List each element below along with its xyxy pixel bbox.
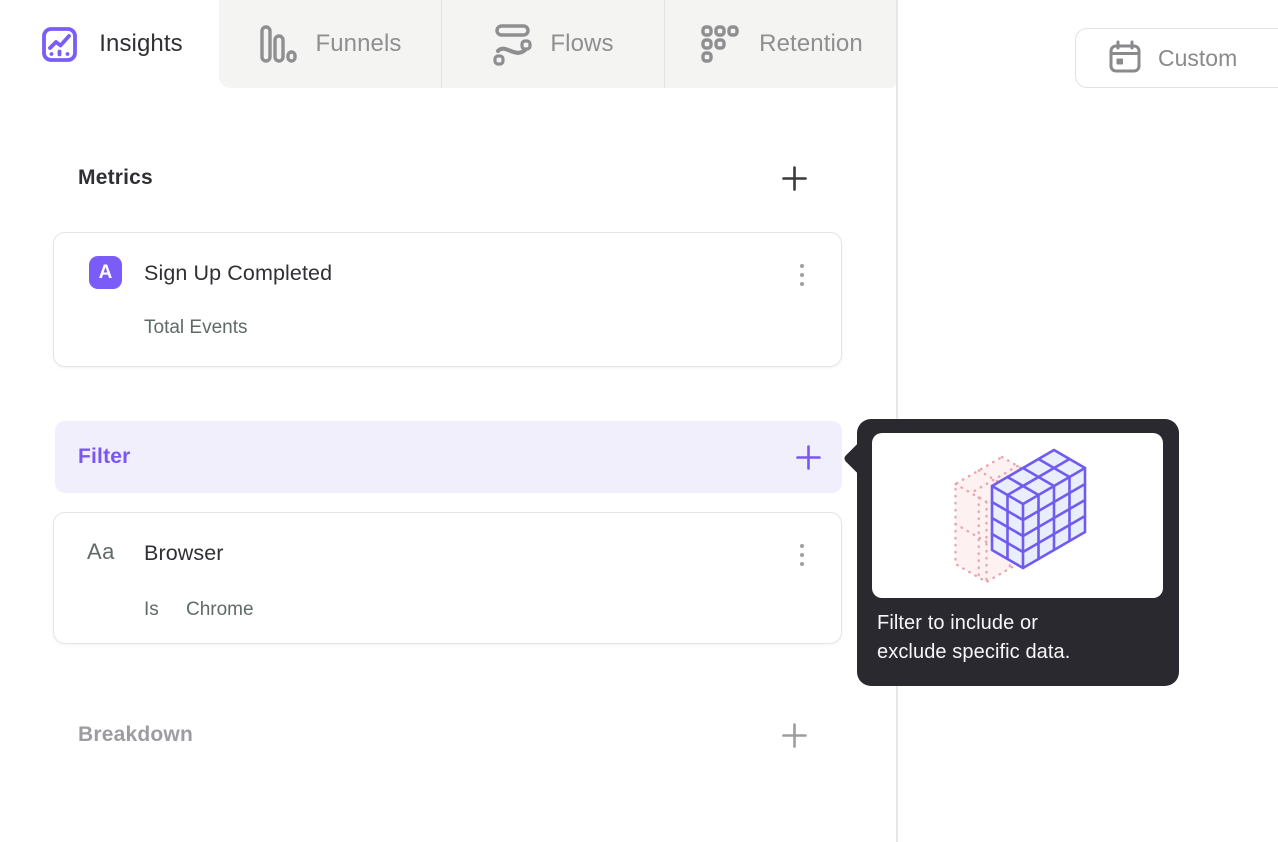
- tooltip-line-2: exclude specific data.: [877, 640, 1071, 663]
- kebab-menu-icon: [799, 543, 805, 549]
- add-icon: [781, 165, 807, 191]
- add-icon: [795, 444, 821, 470]
- filter-tooltip: Filter to include or exclude specific da…: [842, 419, 1179, 686]
- add-icon: [781, 722, 807, 748]
- tab-insights[interactable]: Insights: [0, 0, 219, 88]
- breakdown-section-header: Breakdown: [78, 717, 811, 753]
- insights-builder-screen: Insights Funnels Flows Retention Custom …: [0, 0, 1278, 842]
- add-filter-button[interactable]: [791, 440, 825, 474]
- tab-label: Flows: [550, 30, 614, 57]
- tab-label: Retention: [759, 30, 863, 57]
- metric-measurement: Total Events: [144, 317, 248, 338]
- tab-flows[interactable]: Flows: [441, 0, 664, 88]
- breakdown-title: Breakdown: [78, 723, 193, 746]
- tooltip-text: Filter to include or exclude specific da…: [877, 609, 1070, 666]
- filter-value: Chrome: [186, 599, 254, 620]
- string-property-type-icon: Aa: [87, 539, 115, 564]
- tab-retention[interactable]: Retention: [664, 0, 897, 88]
- metric-event-name: Sign Up Completed: [144, 261, 333, 285]
- custom-button-label: Custom: [1158, 44, 1238, 71]
- metrics-section-header: Metrics: [78, 160, 811, 196]
- filter-operator: Is: [144, 599, 159, 620]
- tab-funnels[interactable]: Funnels: [219, 0, 441, 88]
- add-metric-button[interactable]: [777, 161, 811, 195]
- metric-kebab-menu-button[interactable]: [783, 253, 821, 297]
- filter-kebab-menu-button[interactable]: [783, 533, 821, 577]
- custom-date-range-button[interactable]: Custom: [1075, 28, 1278, 88]
- metric-series-badge: A: [89, 256, 122, 289]
- funnels-bars-icon: [258, 21, 298, 67]
- tab-label: Funnels: [315, 30, 402, 57]
- filter-title: Filter: [78, 445, 131, 468]
- filter-section-row[interactable]: Filter: [55, 421, 842, 493]
- tab-label: Insights: [99, 30, 183, 57]
- insights-chart-icon: [36, 21, 82, 67]
- metrics-title: Metrics: [78, 166, 153, 189]
- tooltip-line-1: Filter to include or: [877, 612, 1038, 634]
- metric-card-sign-up-completed[interactable]: A Sign Up Completed Total Events: [53, 232, 842, 367]
- retention-dots-icon: [698, 21, 742, 67]
- filter-property-name: Browser: [144, 541, 224, 565]
- add-breakdown-button[interactable]: [777, 718, 811, 752]
- filter-cube-illustration: [872, 433, 1163, 598]
- kebab-menu-icon: [799, 263, 805, 269]
- flows-wave-icon: [491, 21, 533, 67]
- calendar-icon: [1107, 38, 1143, 78]
- filter-card-browser[interactable]: Aa Browser Is Chrome: [53, 512, 842, 644]
